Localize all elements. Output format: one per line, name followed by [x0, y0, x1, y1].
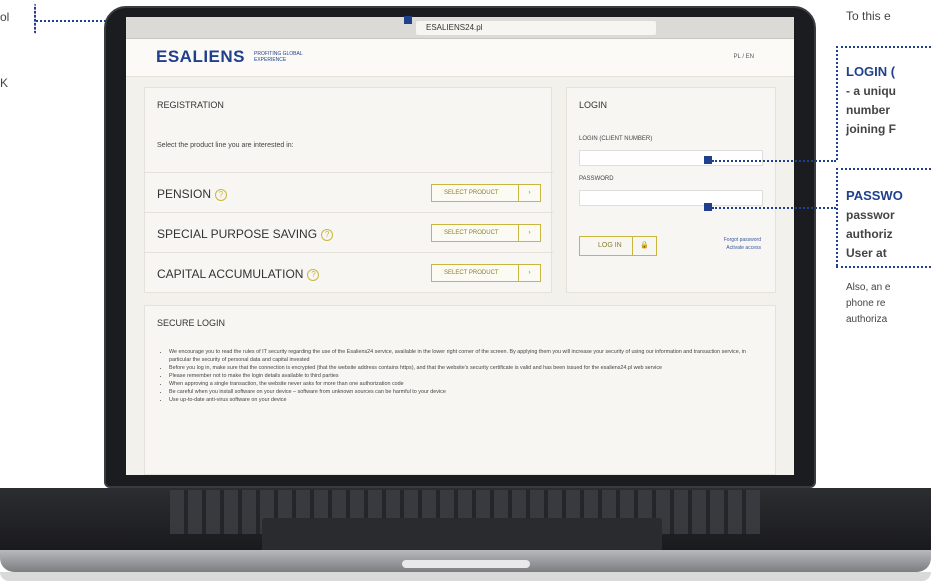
- chevron-right-icon: ›: [518, 185, 540, 201]
- password-input[interactable]: [579, 190, 763, 206]
- select-product-button[interactable]: SELECT PRODUCT ›: [431, 184, 541, 202]
- security-tips: We encourage you to read the rules of IT…: [169, 348, 765, 404]
- callout-login-head: LOGIN (: [846, 64, 896, 79]
- callout-line: authoriz: [846, 227, 893, 241]
- select-product-label: SELECT PRODUCT: [444, 270, 499, 276]
- login-connector: [712, 160, 836, 162]
- login-input[interactable]: [579, 150, 763, 166]
- product-row: CAPITAL ACCUMULATION? SELECT PRODUCT ›: [145, 252, 553, 292]
- chevron-right-icon: ›: [518, 225, 540, 241]
- callout-password-body: passwor authoriz User at: [846, 206, 895, 263]
- callout-line: passwor: [846, 208, 895, 222]
- log-in-button[interactable]: LOG IN 🔒: [579, 236, 657, 256]
- site-logo[interactable]: ESALIENS: [156, 47, 245, 67]
- list-item: Before you log in, make sure that the co…: [169, 364, 765, 372]
- callout-login-body: - a uniqu number joining F: [846, 82, 896, 139]
- callout-login-border: [836, 46, 931, 48]
- address-bar[interactable]: ESALIENS24.pl: [416, 21, 656, 35]
- callout-line: - a uniqu: [846, 84, 896, 98]
- login-links: Forgot password Activate access: [724, 236, 761, 252]
- product-name: CAPITAL ACCUMULATION: [157, 267, 304, 281]
- site-tagline: PROFITING GLOBAL EXPERIENCE: [254, 51, 303, 63]
- page-illustration: ol K ESALIENS24.pl ESALIENS PROFITING GL…: [0, 0, 931, 581]
- registration-title: REGISTRATION: [157, 100, 224, 110]
- help-icon[interactable]: ?: [215, 188, 228, 201]
- browser-toolbar: ESALIENS24.pl: [126, 17, 794, 39]
- laptop-notch: [402, 560, 530, 568]
- log-in-label: LOG IN: [598, 242, 622, 249]
- laptop-screen: ESALIENS24.pl ESALIENS PROFITING GLOBAL …: [126, 17, 794, 475]
- callout-password-bottom: [836, 266, 931, 268]
- callout-line: joining F: [846, 122, 896, 136]
- registration-subtitle: Select the product line you are interest…: [157, 142, 294, 149]
- password-connector: [712, 207, 836, 209]
- callout-password-border: [836, 168, 931, 170]
- callout-line: number: [846, 103, 891, 117]
- secure-login-panel: SECURE LOGIN We encourage you to read th…: [144, 305, 776, 475]
- callout-line: Also, an e: [846, 282, 891, 293]
- password-marker: [704, 203, 712, 211]
- callout-line: authoriza: [846, 314, 888, 325]
- product-row: PENSION? SELECT PRODUCT ›: [145, 172, 553, 212]
- laptop-foot: [0, 572, 931, 581]
- chevron-right-icon: ›: [518, 265, 540, 281]
- product-row: SPECIAL PURPOSE SAVING? SELECT PRODUCT ›: [145, 212, 553, 252]
- callout-line: phone re: [846, 298, 886, 309]
- list-item: We encourage you to read the rules of IT…: [169, 348, 765, 364]
- login-panel: LOGIN LOGIN (CLIENT NUMBER) PASSWORD LOG…: [566, 87, 776, 293]
- login-title: LOGIN: [579, 100, 608, 110]
- list-item: Use up-to-date anti-virus software on yo…: [169, 396, 765, 404]
- registration-panel: REGISTRATION Select the product line you…: [144, 87, 553, 293]
- list-item: Please remember not to make the login de…: [169, 372, 765, 380]
- activate-access-link[interactable]: Activate access: [724, 244, 761, 252]
- callout-password-head: PASSWO: [846, 188, 903, 203]
- callout-footer: Also, an e phone re authoriza: [846, 280, 890, 328]
- secure-login-title: SECURE LOGIN: [157, 318, 226, 328]
- callout-line: User at: [846, 246, 887, 260]
- language-switch[interactable]: PL / EN: [734, 54, 754, 60]
- login-label: LOGIN (CLIENT NUMBER): [579, 136, 653, 142]
- login-marker: [704, 156, 712, 164]
- callout-password-bracket: [836, 168, 838, 266]
- select-product-label: SELECT PRODUCT: [444, 190, 499, 196]
- list-item: Be careful when you install software on …: [169, 388, 765, 396]
- product-name: SPECIAL PURPOSE SAVING: [157, 227, 318, 241]
- select-product-button[interactable]: SELECT PRODUCT ›: [431, 264, 541, 282]
- url-marker: [404, 16, 412, 24]
- forgot-password-link[interactable]: Forgot password: [724, 236, 761, 244]
- select-product-label: SELECT PRODUCT: [444, 230, 499, 236]
- callout-left-bracket: [34, 4, 36, 34]
- select-product-button[interactable]: SELECT PRODUCT ›: [431, 224, 541, 242]
- web-page: ESALIENS PROFITING GLOBAL EXPERIENCE PL …: [126, 39, 794, 475]
- list-item: When approving a single transaction, the…: [169, 380, 765, 388]
- callout-left-top: ol: [0, 10, 10, 24]
- site-header: ESALIENS PROFITING GLOBAL EXPERIENCE PL …: [126, 39, 794, 77]
- help-icon[interactable]: ?: [307, 268, 320, 281]
- callout-login-bracket: [836, 46, 838, 160]
- lock-icon: 🔒: [632, 237, 656, 255]
- product-name: PENSION: [157, 187, 212, 201]
- callout-intro: To this e: [846, 9, 891, 23]
- callout-left-mid: K: [0, 76, 9, 90]
- help-icon[interactable]: ?: [321, 228, 334, 241]
- password-label: PASSWORD: [579, 176, 614, 182]
